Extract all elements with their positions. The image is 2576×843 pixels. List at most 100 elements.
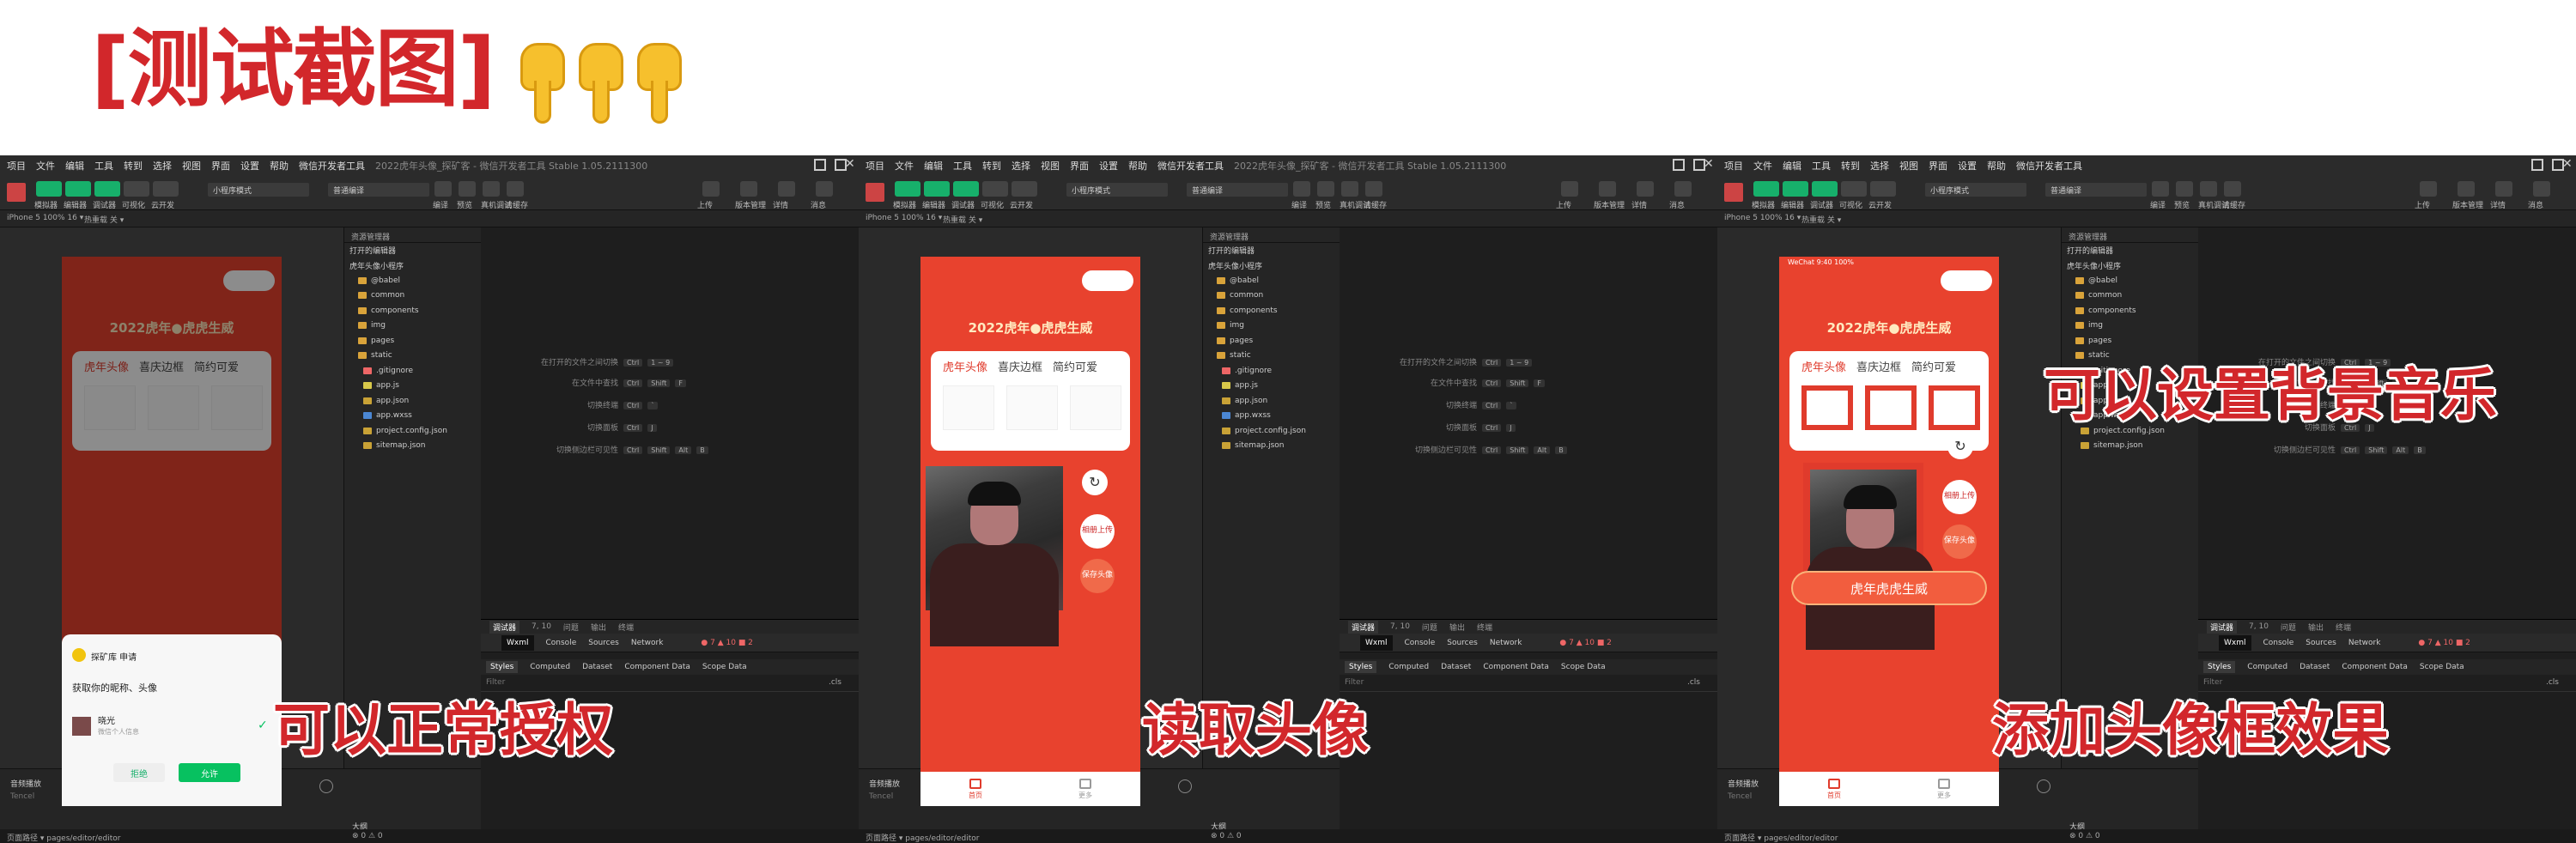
toolbar-btn-1[interactable] [924, 181, 950, 197]
file-item[interactable]: sitemap.json [344, 439, 481, 454]
file-item[interactable]: .gitignore [1203, 363, 1340, 379]
menu-item-4[interactable]: 转到 [1841, 159, 1860, 173]
toolbar-right-btn-3[interactable] [816, 181, 833, 197]
file-item[interactable]: app.wxss [344, 409, 481, 424]
menu-item-7[interactable]: 界面 [1929, 159, 1947, 173]
record-icon[interactable] [319, 779, 333, 793]
panel-tab-0[interactable]: Wxml [501, 634, 534, 651]
toolbar-mid-btn-2[interactable] [2200, 181, 2217, 197]
toolbar-right-btn-3[interactable] [1674, 181, 1692, 197]
file-item[interactable]: static [1203, 349, 1340, 364]
big-action-button[interactable]: 虎年虎虎生威 [1791, 571, 1987, 605]
toolbar-btn-3[interactable] [124, 181, 149, 197]
debug-tab-0[interactable]: 调试器 [489, 620, 520, 634]
file-item[interactable]: common [2062, 288, 2198, 304]
menu-item-10[interactable]: 微信开发者工具 [2016, 159, 2082, 173]
project-root[interactable]: 虎年头像小程序 [2062, 258, 2198, 274]
debug-tab-2[interactable]: 问题 [563, 622, 579, 633]
file-item[interactable]: app.js [344, 379, 481, 394]
style-tab-4[interactable]: Scope Data [2420, 663, 2464, 671]
menu-item-5[interactable]: 选择 [1870, 159, 1889, 173]
file-item[interactable]: @babel [1203, 273, 1340, 288]
avatar[interactable] [7, 183, 26, 202]
toolbar-btn-3[interactable] [982, 181, 1008, 197]
capsule-menu[interactable] [223, 270, 275, 291]
toolbar-right-btn-2[interactable] [2495, 181, 2512, 197]
menu-item-9[interactable]: 帮助 [270, 159, 289, 173]
avatar[interactable] [866, 183, 884, 202]
style-tab-3[interactable]: Component Data [1483, 663, 1549, 671]
hot-reload-select[interactable]: 热重载 关 ▾ [1801, 214, 1841, 225]
menu-item-9[interactable]: 帮助 [1128, 159, 1147, 173]
file-item[interactable]: img [1203, 318, 1340, 334]
menu-item-1[interactable]: 文件 [895, 159, 914, 173]
toolbar-right-btn-1[interactable] [740, 181, 757, 197]
capsule-menu[interactable] [1941, 270, 1992, 291]
toolbar-btn-3[interactable] [1841, 181, 1867, 197]
device-select[interactable]: iPhone 5 100% 16 ▾ [7, 214, 83, 222]
save-avatar-button[interactable]: 保存头像 [1942, 525, 1977, 559]
toolbar-btn-4[interactable] [1012, 181, 1037, 197]
tab-bar-item[interactable]: 更多 [1937, 778, 1951, 800]
menu-item-6[interactable]: 视图 [1041, 159, 1060, 173]
toolbar-mid-btn-0[interactable] [1293, 181, 1310, 197]
style-tab[interactable]: 喜庆边框 [998, 358, 1042, 374]
menu-item-5[interactable]: 选择 [1012, 159, 1030, 173]
tab-bar-item[interactable]: 首页 [969, 778, 982, 800]
toolbar-right-btn-1[interactable] [1599, 181, 1616, 197]
avatar[interactable] [1724, 183, 1743, 202]
menu-item-3[interactable]: 工具 [1812, 159, 1831, 173]
menu-item-0[interactable]: 项目 [7, 159, 26, 173]
menu-item-2[interactable]: 编辑 [65, 159, 84, 173]
debug-tab-1[interactable]: 7, 10 [1390, 622, 1410, 631]
file-item[interactable]: pages [344, 333, 481, 349]
style-thumbnail[interactable] [1865, 385, 1917, 430]
toolbar-btn-0[interactable] [36, 181, 62, 197]
deny-button[interactable]: 拒绝 [113, 763, 165, 782]
style-tab-4[interactable]: Scope Data [702, 663, 747, 671]
style-thumbnail[interactable] [84, 385, 136, 430]
style-thumbnail[interactable] [1006, 385, 1058, 430]
style-thumbnail[interactable] [1070, 385, 1121, 430]
tab-bar-item[interactable]: 首页 [1827, 778, 1841, 800]
style-tab-2[interactable]: Dataset [582, 663, 612, 671]
debug-tab-1[interactable]: 7, 10 [532, 622, 551, 631]
upload-album-button[interactable]: 相册上传 [1942, 480, 1977, 514]
style-tab-2[interactable]: Dataset [2300, 663, 2330, 671]
file-item[interactable]: common [344, 288, 481, 304]
toolbar-right-btn-3[interactable] [2533, 181, 2550, 197]
style-tab-1[interactable]: Computed [2247, 663, 2287, 671]
device-select[interactable]: iPhone 5 100% 16 ▾ [1724, 214, 1801, 222]
toolbar-mid-btn-3[interactable] [1365, 181, 1382, 197]
minimize-icon[interactable] [814, 159, 826, 171]
debug-tab-2[interactable]: 问题 [1422, 622, 1437, 633]
style-tab[interactable]: 简约可爱 [1911, 358, 1956, 374]
cls-toggle[interactable]: .cls [1687, 678, 1700, 687]
file-item[interactable]: app.json [344, 393, 481, 409]
file-item[interactable]: @babel [344, 273, 481, 288]
debug-tab-3[interactable]: 输出 [2308, 622, 2324, 633]
toolbar-btn-1[interactable] [1783, 181, 1808, 197]
close-icon[interactable]: ✕ [1704, 157, 1714, 171]
file-item[interactable]: @babel [2062, 273, 2198, 288]
panel-tab-2[interactable]: Sources [1447, 639, 1478, 647]
file-item[interactable]: pages [1203, 333, 1340, 349]
file-item[interactable]: pages [2062, 333, 2198, 349]
debug-tab-3[interactable]: 输出 [591, 622, 606, 633]
page-path[interactable]: 页面路径 ▾ pages/editor/editor [1724, 834, 1838, 843]
panel-tab-0[interactable]: Wxml [1360, 634, 1393, 651]
menu-item-3[interactable]: 工具 [953, 159, 972, 173]
style-tab-3[interactable]: Component Data [624, 663, 690, 671]
toolbar-mid-btn-2[interactable] [483, 181, 500, 197]
style-tab[interactable]: 喜庆边框 [139, 358, 184, 374]
filter-input[interactable]: Filter .cls [2198, 678, 2576, 692]
file-item[interactable]: img [2062, 318, 2198, 334]
panel-tab-3[interactable]: Network [631, 639, 664, 647]
filter-input[interactable]: Filter .cls [1340, 678, 1717, 692]
mode-select[interactable]: 小程序模式 [208, 183, 309, 197]
menu-item-0[interactable]: 项目 [866, 159, 884, 173]
file-item[interactable]: static [2062, 349, 2198, 364]
close-icon[interactable]: ✕ [845, 157, 855, 171]
file-item[interactable]: components [344, 303, 481, 318]
toolbar-btn-2[interactable] [953, 181, 979, 197]
